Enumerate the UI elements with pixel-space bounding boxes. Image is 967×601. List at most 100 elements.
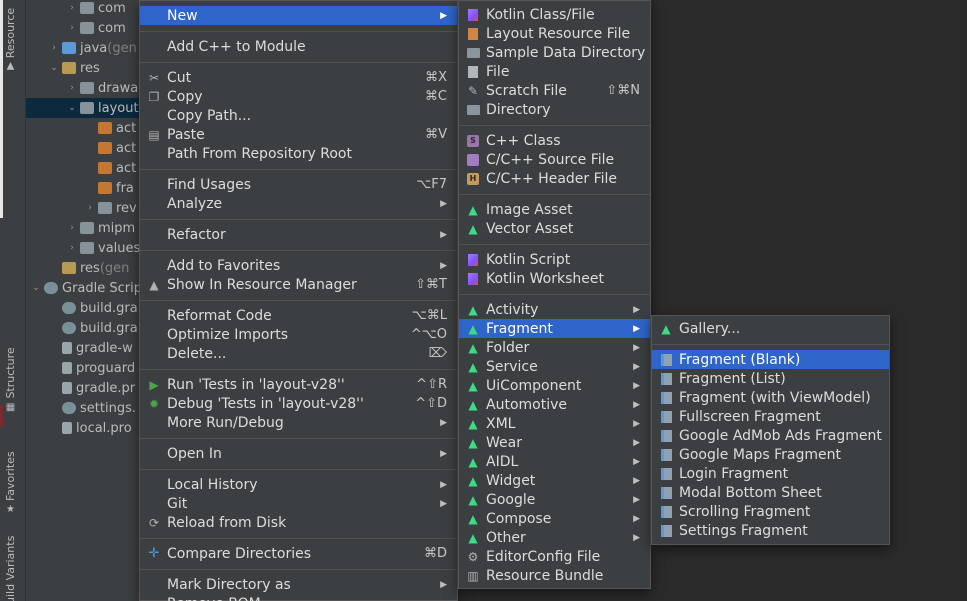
tree-node[interactable]: › mipm [26,218,140,238]
context-menu-item-run-tests-in-layout-v28[interactable]: ▶ Run 'Tests in 'layout-v28'' ^⇧R [140,375,457,394]
new-menu-item-google[interactable]: ▲ Google ▶ [459,490,650,509]
context-menu-item-git[interactable]: Git ▶ [140,494,457,513]
new-menu-item-sample-data-directory[interactable]: Sample Data Directory [459,43,650,62]
context-menu-item-reload-from-disk[interactable]: ⟳ Reload from Disk [140,513,457,532]
new-menu-item-image-asset[interactable]: ▲ Image Asset [459,200,650,219]
fragment-menu-item-fragment-list[interactable]: Fragment (List) [652,369,889,388]
context-menu-item-compare-directories[interactable]: ✛ Compare Directories ⌘D [140,544,457,563]
tree-node[interactable]: res (gen [26,258,140,278]
new-menu-item-file[interactable]: File [459,62,650,81]
fragment-menu-item-settings-fragment[interactable]: Settings Fragment [652,521,889,540]
tree-node[interactable]: › values [26,238,140,258]
context-menu[interactable]: New ▶ Add C++ to Module ✂ Cut ⌘X ❐ Copy ⌘C Copy P… [139,0,458,601]
new-menu-item-widget[interactable]: ▲ Widget ▶ [459,471,650,490]
tree-node[interactable]: › com [26,18,140,38]
new-menu-item-scratch-file[interactable]: ✎ Scratch File ⇧⌘N [459,81,650,100]
fragment-submenu[interactable]: ▲ Gallery... Fragment (Blank) Fragment (Lis… [651,315,890,545]
new-menu-item-editorconfig-file[interactable]: ⚙ EditorConfig File [459,547,650,566]
context-menu-item-analyze[interactable]: Analyze ▶ [140,194,457,213]
context-menu-item-cut[interactable]: ✂ Cut ⌘X [140,68,457,87]
chevron-right-icon[interactable]: › [66,23,78,33]
new-menu-item-wear[interactable]: ▲ Wear ▶ [459,433,650,452]
fragment-menu-item-scrolling-fragment[interactable]: Scrolling Fragment [652,502,889,521]
new-menu-item-uicomponent[interactable]: ▲ UiComponent ▶ [459,376,650,395]
context-menu-item-reformat-code[interactable]: Reformat Code ⌥⌘L [140,306,457,325]
new-menu-item-kotlin-class-file[interactable]: Kotlin Class/File [459,5,650,24]
new-menu-item-fragment[interactable]: ▲ Fragment ▶ [459,319,650,338]
context-menu-item-add-c-to-module[interactable]: Add C++ to Module [140,37,457,56]
new-menu-item-c-class[interactable]: S C++ Class [459,131,650,150]
fragment-menu-item-fullscreen-fragment[interactable]: Fullscreen Fragment [652,407,889,426]
build-variants-tab[interactable]: uild Variants [4,536,17,601]
new-submenu[interactable]: Kotlin Class/File Layout Resource File Sam… [458,0,651,589]
structure-tab[interactable]: ▦ Structure [4,347,17,412]
fragment-menu-item-gallery[interactable]: ▲ Gallery... [652,319,889,338]
new-menu-item-kotlin-script[interactable]: Kotlin Script [459,250,650,269]
context-menu-item-new[interactable]: New ▶ [140,6,457,25]
chevron-right-icon[interactable]: › [66,3,78,13]
tree-node[interactable]: settings. [26,398,140,418]
context-menu-item-remove-bom[interactable]: Remove BOM [140,594,457,601]
new-menu-item-other[interactable]: ▲ Other ▶ [459,528,650,547]
chevron-right-icon[interactable]: › [66,223,78,233]
context-menu-item-copy-path[interactable]: Copy Path... [140,106,457,125]
chevron-right-icon[interactable]: › [66,83,78,93]
chevron-down-icon[interactable]: ⌄ [30,283,42,293]
tree-node[interactable]: ⌄ layout [26,98,140,118]
tree-node[interactable]: ⌄ Gradle Scrip [26,278,140,298]
new-menu-item-vector-asset[interactable]: ▲ Vector Asset [459,219,650,238]
context-menu-item-paste[interactable]: ▤ Paste ⌘V [140,125,457,144]
new-menu-item-activity[interactable]: ▲ Activity ▶ [459,300,650,319]
tree-node[interactable]: act [26,158,140,178]
new-menu-item-kotlin-worksheet[interactable]: Kotlin Worksheet [459,269,650,288]
context-menu-item-local-history[interactable]: Local History ▶ [140,475,457,494]
context-menu-item-optimize-imports[interactable]: Optimize Imports ^⌥O [140,325,457,344]
fragment-menu-item-login-fragment[interactable]: Login Fragment [652,464,889,483]
tree-node[interactable]: build.gra [26,318,140,338]
context-menu-item-mark-directory-as[interactable]: Mark Directory as ▶ [140,575,457,594]
new-menu-item-directory[interactable]: Directory [459,100,650,119]
tree-node[interactable]: gradle-w [26,338,140,358]
new-menu-item-automotive[interactable]: ▲ Automotive ▶ [459,395,650,414]
tree-node[interactable]: proguard [26,358,140,378]
tree-node[interactable]: › rev [26,198,140,218]
chevron-right-icon[interactable]: › [84,203,96,213]
tree-node[interactable]: act [26,118,140,138]
context-menu-item-more-run-debug[interactable]: More Run/Debug ▶ [140,413,457,432]
context-menu-item-path-from-repository-root[interactable]: Path From Repository Root [140,144,457,163]
tree-node[interactable]: act [26,138,140,158]
favorites-tab[interactable]: ★ Favorites [4,451,17,515]
chevron-down-icon[interactable]: ⌄ [48,63,60,73]
new-menu-item-compose[interactable]: ▲ Compose ▶ [459,509,650,528]
tree-node[interactable]: build.gra [26,298,140,318]
tree-node[interactable]: local.pro [26,418,140,438]
context-menu-item-delete[interactable]: Delete... ⌦ [140,344,457,363]
new-menu-item-layout-resource-file[interactable]: Layout Resource File [459,24,650,43]
tree-node[interactable]: › com [26,0,140,18]
tree-node[interactable]: gradle.pr [26,378,140,398]
chevron-right-icon[interactable]: › [48,43,60,53]
new-menu-item-resource-bundle[interactable]: ▥ Resource Bundle [459,566,650,585]
new-menu-item-xml[interactable]: ▲ XML ▶ [459,414,650,433]
chevron-right-icon[interactable]: › [66,243,78,253]
context-menu-item-copy[interactable]: ❐ Copy ⌘C [140,87,457,106]
tree-node[interactable]: fra [26,178,140,198]
chevron-down-icon[interactable]: ⌄ [66,103,78,113]
tree-node[interactable]: › drawa [26,78,140,98]
fragment-menu-item-fragment-blank[interactable]: Fragment (Blank) [652,350,889,369]
resource-manager-tab[interactable]: ▲ Resource [4,8,17,72]
new-menu-item-aidl[interactable]: ▲ AIDL ▶ [459,452,650,471]
new-menu-item-folder[interactable]: ▲ Folder ▶ [459,338,650,357]
new-menu-item-c-c-source-file[interactable]: C/C++ Source File [459,150,650,169]
fragment-menu-item-google-admob-ads-fragment[interactable]: Google AdMob Ads Fragment [652,426,889,445]
context-menu-item-open-in[interactable]: Open In ▶ [140,444,457,463]
tree-node[interactable]: ⌄ res [26,58,140,78]
tree-node[interactable]: › java (gen [26,38,140,58]
fragment-menu-item-google-maps-fragment[interactable]: Google Maps Fragment [652,445,889,464]
new-menu-item-c-c-header-file[interactable]: H C/C++ Header File [459,169,650,188]
context-menu-item-add-to-favorites[interactable]: Add to Favorites ▶ [140,256,457,275]
context-menu-item-find-usages[interactable]: Find Usages ⌥F7 [140,175,457,194]
context-menu-item-refactor[interactable]: Refactor ▶ [140,225,457,244]
context-menu-item-debug-tests-in-layout-v28[interactable]: ✹ Debug 'Tests in 'layout-v28'' ^⇧D [140,394,457,413]
context-menu-item-show-in-resource-manager[interactable]: ▲ Show In Resource Manager ⇧⌘T [140,275,457,294]
